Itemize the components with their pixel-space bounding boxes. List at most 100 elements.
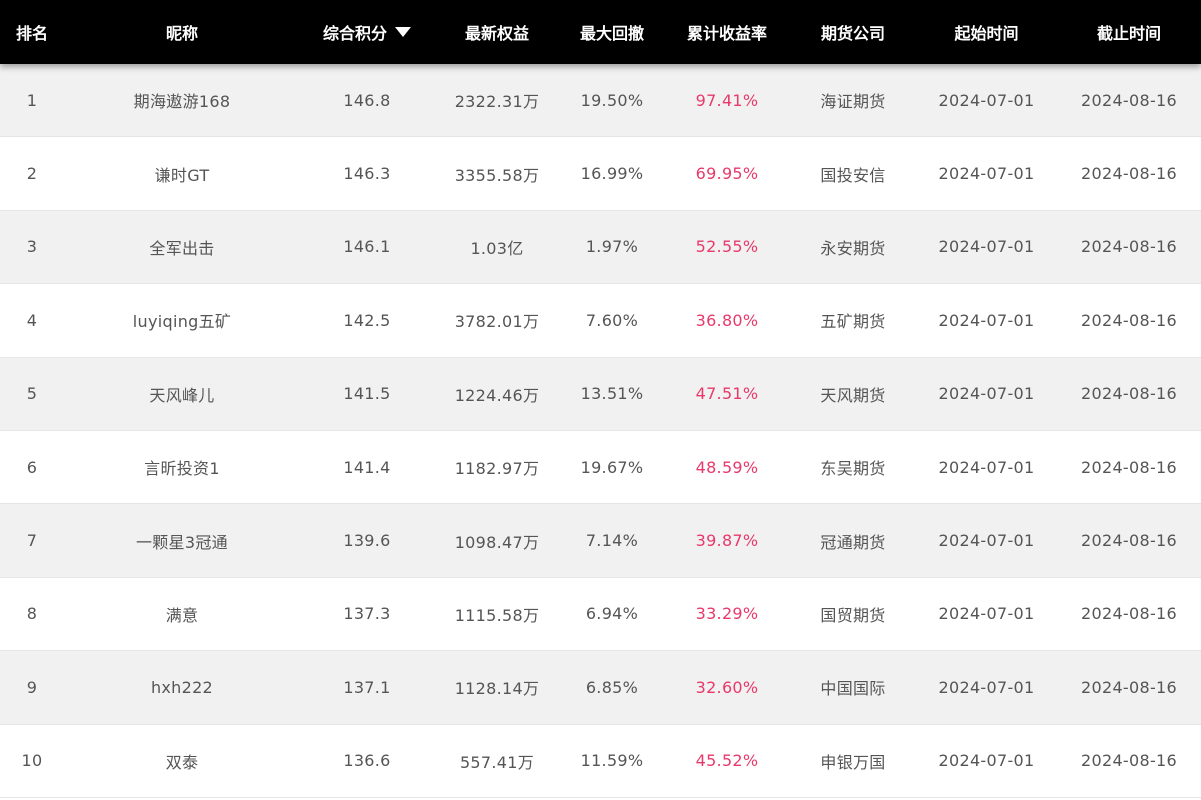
drawdown-cell: 16.99% [580, 164, 644, 184]
end-date-cell: 2024-08-16 [1081, 457, 1177, 477]
nickname-cell[interactable]: 期海遨游168 [64, 88, 300, 112]
header-rank[interactable]: 排名 [0, 20, 64, 44]
ranking-table: 排名 昵称 综合积分 最新权益 最大回撤 累计收益率 期货公司 起始时间 截止时… [0, 0, 1201, 800]
equity-cell: 1128.14万 [454, 679, 540, 699]
nickname-cell[interactable]: 满意 [64, 602, 300, 626]
end-date-cell: 2024-08-16 [1081, 90, 1177, 110]
end-date-cell: 2024-08-16 [1081, 531, 1177, 551]
company-cell: 永安期货 [820, 238, 886, 258]
table-body: 1 期海遨游168 146.8 2322.31万 19.50% 97.41% 海… [0, 64, 1201, 798]
end-date-cell: 2024-08-16 [1081, 310, 1177, 330]
drawdown-cell: 13.51% [580, 384, 644, 404]
nickname-cell[interactable]: 双泰 [64, 749, 300, 773]
drawdown-cell: 7.14% [585, 531, 639, 551]
drawdown-cell: 6.85% [585, 677, 639, 697]
score-cell: 137.3 [343, 604, 391, 624]
nickname-cell[interactable]: luyiqing五矿 [64, 308, 300, 332]
end-date-cell: 2024-08-16 [1081, 164, 1177, 184]
rank-cell: 1 [26, 90, 38, 110]
header-end-date[interactable]: 截止时间 [1057, 20, 1201, 44]
start-date-cell: 2024-07-01 [938, 310, 1035, 330]
return-cell: 69.95% [695, 164, 759, 184]
end-date-cell: 2024-08-16 [1081, 237, 1177, 257]
return-cell: 97.41% [695, 90, 759, 110]
start-date-cell: 2024-07-01 [938, 604, 1035, 624]
start-date-cell: 2024-07-01 [938, 90, 1035, 110]
nickname-cell[interactable]: 全军出击 [64, 235, 300, 259]
table-row[interactable]: 5 天风峰儿 141.5 1224.46万 13.51% 47.51% 天风期货… [0, 357, 1201, 431]
equity-cell: 557.41万 [459, 752, 535, 772]
rank-cell: 6 [26, 457, 38, 477]
start-date-cell: 2024-07-01 [938, 751, 1035, 771]
table-row[interactable]: 9 hxh222 137.1 1128.14万 6.85% 32.60% 中国国… [0, 651, 1201, 725]
company-cell: 国贸期货 [820, 605, 886, 625]
score-cell: 142.5 [343, 310, 391, 330]
rank-cell: 3 [26, 237, 38, 257]
company-cell: 五矿期货 [820, 312, 886, 332]
table-row[interactable]: 6 言昕投资1 141.4 1182.97万 19.67% 48.59% 东吴期… [0, 430, 1201, 505]
end-date-cell: 2024-08-16 [1081, 677, 1177, 697]
return-cell: 47.51% [695, 384, 759, 404]
return-cell: 45.52% [695, 751, 759, 771]
drawdown-cell: 19.67% [580, 457, 644, 477]
return-cell: 36.80% [695, 310, 759, 330]
table-row[interactable]: 8 满意 137.3 1115.58万 6.94% 33.29% 国贸期货 20… [0, 577, 1201, 652]
rank-cell: 2 [26, 164, 38, 184]
table-row[interactable]: 7 一颗星3冠通 139.6 1098.47万 7.14% 39.87% 冠通期… [0, 504, 1201, 578]
rank-cell: 9 [26, 677, 38, 697]
table-row[interactable]: 4 luyiqing五矿 142.5 3782.01万 7.60% 36.80%… [0, 284, 1201, 358]
company-cell: 申银万国 [820, 752, 886, 772]
score-cell: 137.1 [343, 677, 391, 697]
drawdown-cell: 11.59% [580, 751, 644, 771]
start-date-cell: 2024-07-01 [938, 677, 1035, 697]
score-cell: 141.5 [343, 384, 391, 404]
score-cell: 146.1 [343, 237, 391, 257]
header-drawdown[interactable]: 最大回撤 [560, 20, 664, 44]
return-cell: 32.60% [695, 677, 759, 697]
equity-cell: 1224.46万 [454, 385, 540, 405]
nickname-cell[interactable]: 一颗星3冠通 [64, 529, 300, 553]
table-header: 排名 昵称 综合积分 最新权益 最大回撤 累计收益率 期货公司 起始时间 截止时… [0, 0, 1201, 64]
nickname-cell[interactable]: 天风峰儿 [64, 382, 300, 406]
equity-cell: 1.03亿 [470, 238, 524, 258]
company-cell: 海证期货 [820, 92, 886, 112]
return-cell: 52.55% [695, 237, 759, 257]
score-cell: 139.6 [343, 531, 391, 551]
table-row[interactable]: 1 期海遨游168 146.8 2322.31万 19.50% 97.41% 海… [0, 64, 1201, 138]
company-cell: 天风期货 [820, 385, 886, 405]
score-cell: 141.4 [343, 457, 391, 477]
header-nickname[interactable]: 昵称 [64, 20, 300, 44]
return-cell: 39.87% [695, 531, 759, 551]
end-date-cell: 2024-08-16 [1081, 751, 1177, 771]
equity-cell: 1182.97万 [454, 459, 540, 479]
header-return[interactable]: 累计收益率 [664, 20, 790, 44]
drawdown-cell: 7.60% [585, 310, 639, 330]
header-start-date[interactable]: 起始时间 [916, 20, 1057, 44]
company-cell: 冠通期货 [820, 532, 886, 552]
return-cell: 33.29% [695, 604, 759, 624]
equity-cell: 1115.58万 [454, 605, 540, 625]
table-row[interactable]: 3 全军出击 146.1 1.03亿 1.97% 52.55% 永安期货 202… [0, 210, 1201, 285]
drawdown-cell: 19.50% [580, 90, 644, 110]
start-date-cell: 2024-07-01 [938, 531, 1035, 551]
equity-cell: 2322.31万 [454, 92, 540, 112]
header-equity[interactable]: 最新权益 [434, 20, 560, 44]
score-cell: 146.3 [343, 164, 391, 184]
caret-down-icon[interactable] [395, 27, 411, 37]
nickname-cell[interactable]: 言昕投资1 [64, 455, 300, 479]
nickname-cell[interactable]: 谦时GT [64, 162, 300, 186]
company-cell: 中国国际 [820, 679, 886, 699]
equity-cell: 3782.01万 [454, 312, 540, 332]
start-date-cell: 2024-07-01 [938, 384, 1035, 404]
return-cell: 48.59% [695, 457, 759, 477]
company-cell: 东吴期货 [820, 459, 886, 479]
start-date-cell: 2024-07-01 [938, 457, 1035, 477]
rank-cell: 4 [26, 310, 38, 330]
table-row[interactable]: 10 双泰 136.6 557.41万 11.59% 45.52% 申银万国 2… [0, 724, 1201, 798]
header-company[interactable]: 期货公司 [790, 20, 916, 44]
start-date-cell: 2024-07-01 [938, 237, 1035, 257]
rank-cell: 10 [21, 751, 43, 771]
nickname-cell[interactable]: hxh222 [64, 678, 300, 697]
header-score-sort[interactable]: 综合积分 [300, 20, 434, 44]
table-row[interactable]: 2 谦时GT 146.3 3355.58万 16.99% 69.95% 国投安信… [0, 137, 1201, 211]
